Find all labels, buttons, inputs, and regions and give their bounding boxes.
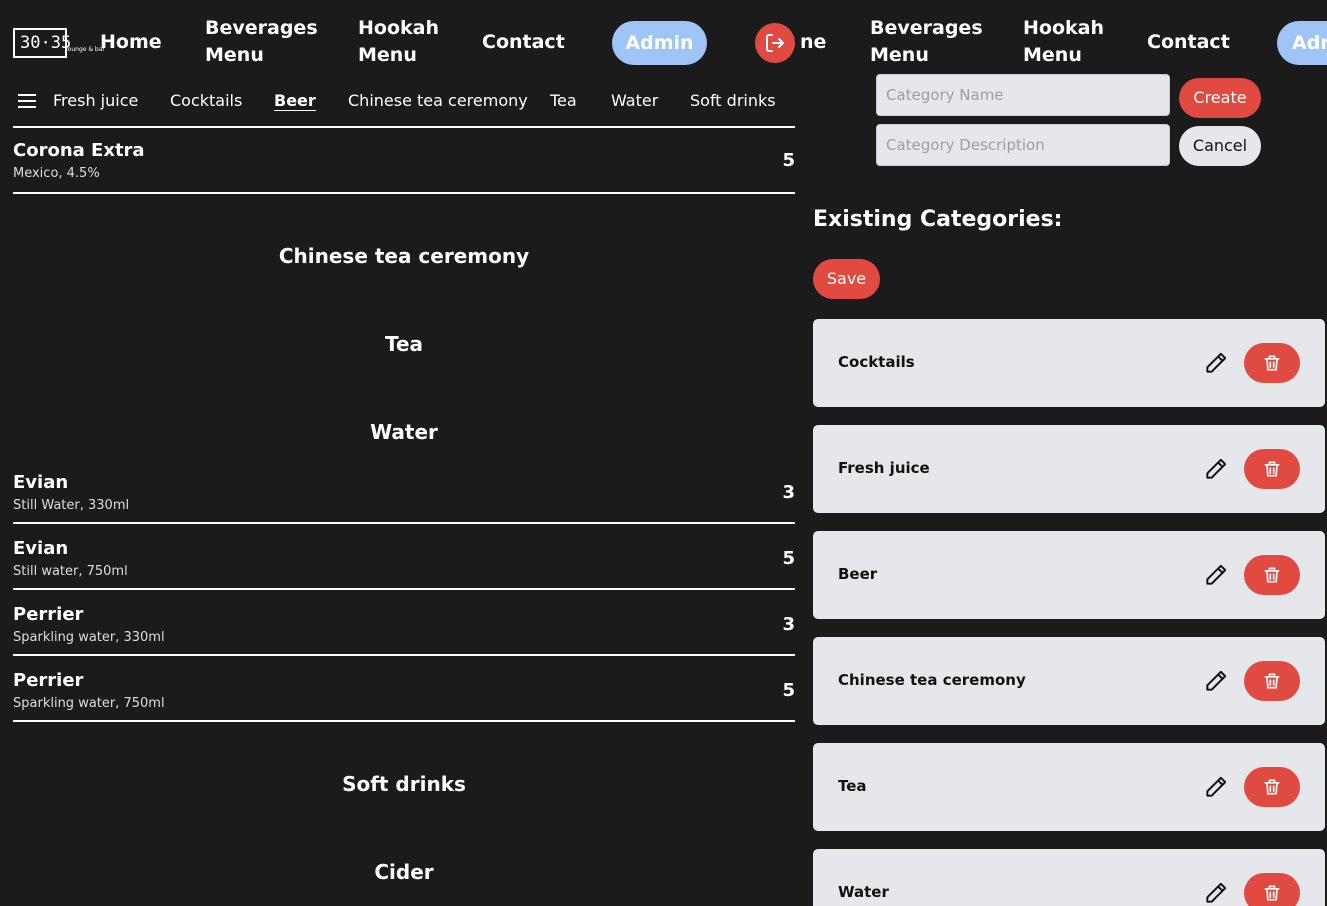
logo[interactable]: 30·35 bbox=[13, 28, 71, 58]
category-name-input[interactable] bbox=[876, 74, 1170, 116]
section-title-soft-drinks: Soft drinks bbox=[342, 772, 466, 796]
existing-categories-title: Existing Categories: bbox=[813, 207, 1063, 232]
category-card: Beer bbox=[813, 531, 1325, 619]
trash-icon bbox=[1264, 885, 1280, 901]
category-tab-tea[interactable]: Tea bbox=[550, 90, 577, 112]
category-tab-fresh-juice[interactable]: Fresh juice bbox=[53, 90, 138, 112]
item-name: Perrier bbox=[13, 670, 84, 691]
logout-icon bbox=[766, 34, 784, 52]
category-tab-chinese-tea[interactable]: Chinese tea ceremony bbox=[348, 90, 528, 112]
nav-beverages-menu[interactable]: Beverages Menu bbox=[205, 15, 318, 69]
trash-icon bbox=[1264, 779, 1280, 795]
category-tab-water[interactable]: Water bbox=[611, 90, 658, 112]
menu-item: Perrier Sparkling water, 330ml 3 bbox=[13, 588, 795, 656]
category-tab-cocktails[interactable]: Cocktails bbox=[170, 90, 242, 112]
nav-hookah-menu-right[interactable]: Hookah Menu bbox=[1023, 15, 1104, 69]
menu-item: Evian Still Water, 330ml 3 bbox=[13, 456, 795, 524]
item-name: Perrier bbox=[13, 604, 84, 625]
item-price: 5 bbox=[782, 150, 795, 171]
nav-home-partial[interactable]: ne bbox=[800, 29, 826, 56]
delete-button[interactable] bbox=[1244, 661, 1300, 701]
trash-icon bbox=[1264, 567, 1280, 583]
category-card-label: Water bbox=[838, 883, 889, 901]
category-card-label: Tea bbox=[838, 777, 867, 795]
cancel-button[interactable]: Cancel bbox=[1179, 126, 1261, 166]
item-desc: Still Water, 330ml bbox=[13, 498, 130, 513]
pencil-icon[interactable] bbox=[1203, 774, 1229, 800]
delete-button[interactable] bbox=[1244, 449, 1300, 489]
category-tab-soft-drinks[interactable]: Soft drinks bbox=[690, 90, 776, 112]
item-name: Evian bbox=[13, 472, 69, 493]
item-desc: Still water, 750ml bbox=[13, 564, 128, 579]
menu-item: Evian Still water, 750ml 5 bbox=[13, 522, 795, 590]
trash-icon bbox=[1264, 673, 1280, 689]
nav-home[interactable]: Home bbox=[100, 29, 162, 56]
delete-button[interactable] bbox=[1244, 343, 1300, 383]
trash-icon bbox=[1264, 355, 1280, 371]
pencil-icon[interactable] bbox=[1203, 668, 1229, 694]
nav-hookah-menu[interactable]: Hookah Menu bbox=[358, 15, 439, 69]
pencil-icon[interactable] bbox=[1203, 562, 1229, 588]
nav-admin-button[interactable]: Admin bbox=[612, 21, 707, 65]
delete-button[interactable] bbox=[1244, 555, 1300, 595]
nav-contact[interactable]: Contact bbox=[482, 29, 565, 56]
logo-text: 30·35 bbox=[20, 33, 72, 53]
save-button[interactable]: Save bbox=[813, 259, 880, 299]
category-card-label: Beer bbox=[838, 565, 878, 583]
category-card: Cocktails bbox=[813, 319, 1325, 407]
menu-item: Corona Extra Mexico, 4.5% 5 bbox=[13, 126, 795, 194]
item-desc: Sparkling water, 750ml bbox=[13, 696, 165, 711]
trash-icon bbox=[1264, 461, 1280, 477]
category-nav: Fresh juice Cocktails Beer Chinese tea c… bbox=[0, 90, 800, 114]
category-tab-beer[interactable]: Beer bbox=[274, 90, 316, 112]
pencil-icon[interactable] bbox=[1203, 456, 1229, 482]
nav-beverages-menu-right[interactable]: Beverages Menu bbox=[870, 15, 983, 69]
section-title-chinese-tea: Chinese tea ceremony bbox=[278, 244, 530, 268]
create-button[interactable]: Create bbox=[1179, 78, 1261, 118]
section-title-tea: Tea bbox=[384, 332, 424, 356]
item-name: Corona Extra bbox=[13, 140, 145, 161]
category-card-label: Fresh juice bbox=[838, 459, 930, 477]
pencil-icon[interactable] bbox=[1203, 880, 1229, 906]
hamburger-menu-icon[interactable] bbox=[18, 94, 36, 108]
category-card: Tea bbox=[813, 743, 1325, 831]
nav-contact-right[interactable]: Contact bbox=[1147, 29, 1230, 56]
logout-button[interactable] bbox=[755, 23, 795, 63]
delete-button[interactable] bbox=[1244, 873, 1300, 906]
item-price: 5 bbox=[782, 548, 795, 569]
item-price: 3 bbox=[782, 482, 795, 503]
category-card-label: Cocktails bbox=[838, 353, 915, 371]
category-description-input[interactable] bbox=[876, 124, 1170, 166]
item-desc: Sparkling water, 330ml bbox=[13, 630, 165, 645]
nav-admin-button-right[interactable]: Adr bbox=[1277, 21, 1327, 65]
pencil-icon[interactable] bbox=[1203, 350, 1229, 376]
category-card-label: Chinese tea ceremony bbox=[838, 671, 1026, 689]
item-desc: Mexico, 4.5% bbox=[13, 166, 100, 181]
category-card: Water bbox=[813, 849, 1325, 906]
category-card: Fresh juice bbox=[813, 425, 1325, 513]
section-title-cider: Cider bbox=[374, 860, 434, 884]
admin-panel: ne Beverages Menu Hookah Menu Contact Ad… bbox=[800, 0, 1327, 906]
section-title-water: Water bbox=[370, 420, 438, 444]
item-price: 5 bbox=[782, 680, 795, 701]
delete-button[interactable] bbox=[1244, 767, 1300, 807]
item-price: 3 bbox=[782, 614, 795, 635]
category-card: Chinese tea ceremony bbox=[813, 637, 1325, 725]
item-name: Evian bbox=[13, 538, 69, 559]
menu-item: Perrier Sparkling water, 750ml 5 bbox=[13, 654, 795, 722]
